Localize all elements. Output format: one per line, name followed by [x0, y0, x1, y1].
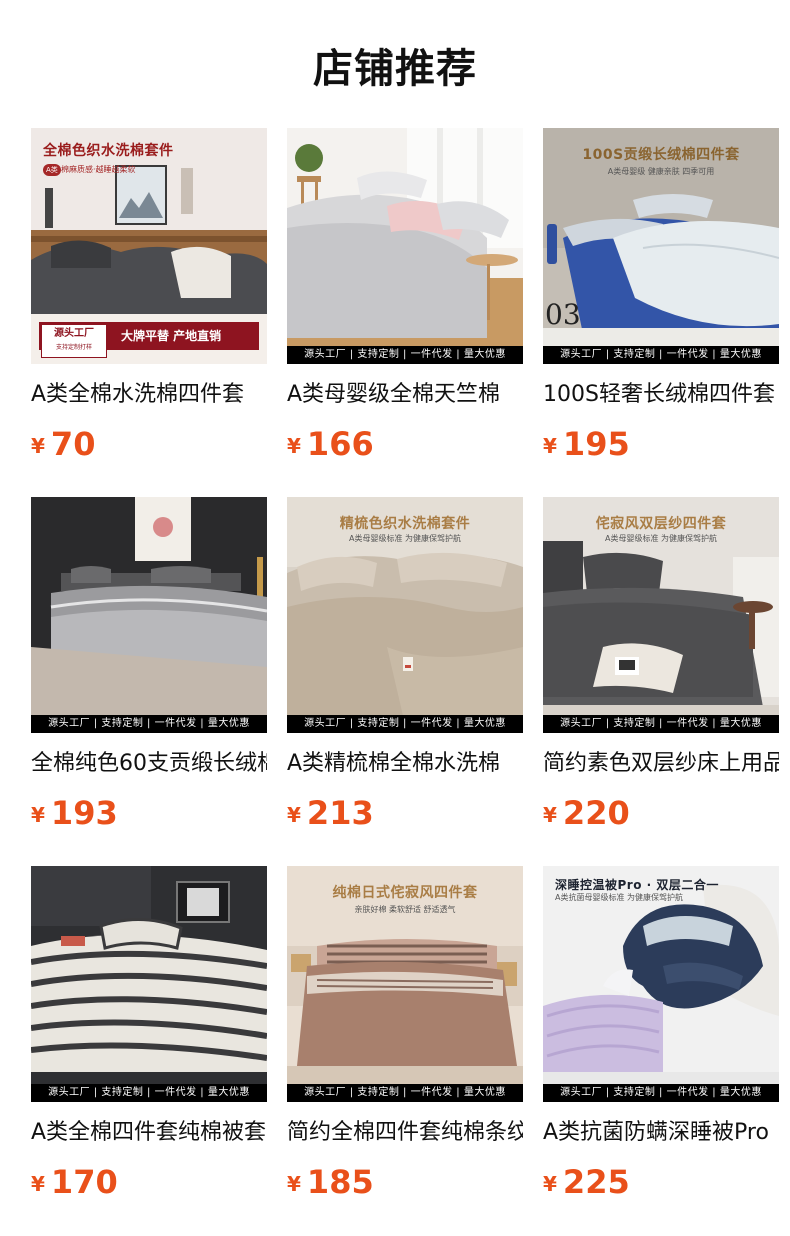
product-card[interactable]: 侘寂风双层纱四件套 A类母婴级标准 为健康保驾护航 源头工厂 | 支持定制 | …: [543, 497, 779, 832]
image-subtitle: 亲肤好棉 柔软舒适 舒适透气: [354, 905, 456, 914]
bedding-photo: [31, 866, 267, 1102]
price-amount: 193: [50, 794, 118, 832]
product-name[interactable]: 简约全棉四件套纯棉条纹: [287, 1120, 523, 1146]
currency-symbol: ¥: [543, 803, 557, 827]
product-banner: 源头工厂 | 支持定制 | 一件代发 | 量大优惠: [287, 1084, 523, 1102]
shop-recommendations-page: 店铺推荐 全棉色织水洗棉套件 A类 棉麻质感·越睡越柔软 大牌平替 产地直销 源…: [0, 0, 790, 1236]
price-amount: 213: [306, 794, 374, 832]
price-amount: 185: [306, 1163, 374, 1201]
price-amount: 195: [562, 425, 630, 463]
product-banner: 源头工厂 | 支持定制 | 一件代发 | 量大优惠: [287, 715, 523, 733]
image-headline: 精梳色织水洗棉套件: [339, 516, 471, 532]
product-card[interactable]: 全棉色织水洗棉套件 A类 棉麻质感·越睡越柔软 大牌平替 产地直销 源头工厂 支…: [31, 128, 267, 463]
product-image[interactable]: 纯棉日式侘寂风四件套 亲肤好棉 柔软舒适 舒适透气 源头工厂 | 支持定制 | …: [287, 866, 523, 1102]
product-card[interactable]: 源头工厂 | 支持定制 | 一件代发 | 量大优惠 A类母婴级全棉天竺棉 ¥16…: [287, 128, 523, 463]
product-banner: 源头工厂 | 支持定制 | 一件代发 | 量大优惠: [543, 346, 779, 364]
image-subtitle: A类母婴级 健康亲肤 四季可用: [607, 167, 715, 176]
product-price: ¥70: [31, 424, 267, 464]
bedding-photo: [31, 497, 267, 733]
currency-symbol: ¥: [287, 1172, 301, 1196]
factory-label-box: 源头工厂 支持定制打样: [41, 324, 107, 358]
product-image[interactable]: 源头工厂 | 支持定制 | 一件代发 | 量大优惠: [31, 866, 267, 1102]
currency-symbol: ¥: [31, 803, 45, 827]
currency-symbol: ¥: [287, 803, 301, 827]
bedding-photo: [287, 128, 523, 364]
price-amount: 170: [50, 1163, 118, 1201]
currency-symbol: ¥: [287, 434, 301, 458]
product-price: ¥170: [31, 1162, 267, 1202]
product-image[interactable]: 全棉色织水洗棉套件 A类 棉麻质感·越睡越柔软 大牌平替 产地直销 源头工厂 支…: [31, 128, 267, 364]
currency-symbol: ¥: [543, 434, 557, 458]
product-price: ¥213: [287, 793, 523, 833]
product-card[interactable]: 源头工厂 | 支持定制 | 一件代发 | 量大优惠 全棉纯色60支贡缎长绒棉 ¥…: [31, 497, 267, 832]
product-banner: 源头工厂 | 支持定制 | 一件代发 | 量大优惠: [543, 1084, 779, 1102]
product-name[interactable]: A类母婴级全棉天竺棉: [287, 382, 523, 408]
factory-label: 源头工厂: [54, 328, 94, 339]
price-amount: 166: [306, 425, 374, 463]
page-title: 店铺推荐: [313, 46, 477, 92]
currency-symbol: ¥: [31, 434, 45, 458]
product-image[interactable]: 源头工厂 | 支持定制 | 一件代发 | 量大优惠: [287, 128, 523, 364]
factory-sublabel: 支持定制打样: [55, 344, 92, 351]
product-price: ¥225: [543, 1162, 779, 1202]
image-headline: 100S贡缎长绒棉四件套: [582, 147, 740, 163]
image-subtitle: 棉麻质感·越睡越柔软: [61, 165, 136, 174]
image-subtitle: A类母婴级标准 为健康保驾护航: [604, 534, 717, 543]
price-amount: 70: [50, 425, 96, 463]
product-image[interactable]: 侘寂风双层纱四件套 A类母婴级标准 为健康保驾护航 源头工厂 | 支持定制 | …: [543, 497, 779, 733]
product-card[interactable]: 精梳色织水洗棉套件 A类母婴级标准 为健康保驾护航 源头工厂 | 支持定制 | …: [287, 497, 523, 832]
product-price: ¥185: [287, 1162, 523, 1202]
price-amount: 220: [562, 794, 630, 832]
grade-badge: A类: [43, 164, 61, 176]
image-headline: 深睡控温被Pro · 双层二合一: [555, 878, 719, 892]
product-name[interactable]: A类全棉水洗棉四件套: [31, 382, 267, 408]
product-name[interactable]: A类精梳棉全棉水洗棉: [287, 751, 523, 777]
product-price: ¥195: [543, 424, 779, 464]
product-image[interactable]: 精梳色织水洗棉套件 A类母婴级标准 为健康保驾护航 源头工厂 | 支持定制 | …: [287, 497, 523, 733]
product-price: ¥193: [31, 793, 267, 833]
product-grid: 全棉色织水洗棉套件 A类 棉麻质感·越睡越柔软 大牌平替 产地直销 源头工厂 支…: [31, 128, 779, 1201]
product-price: ¥220: [543, 793, 779, 833]
image-subtitle: A类抗菌母婴级标准 为健康保驾护航: [555, 893, 684, 902]
product-name[interactable]: A类抗菌防螨深睡被Pro: [543, 1120, 779, 1146]
image-headline: 纯棉日式侘寂风四件套: [332, 885, 478, 901]
product-name[interactable]: A类全棉四件套纯棉被套: [31, 1120, 267, 1146]
currency-symbol: ¥: [543, 1172, 557, 1196]
product-image[interactable]: 100S贡缎长绒棉四件套 A类母婴级 健康亲肤 四季可用 03 源头工厂 | 支…: [543, 128, 779, 364]
product-name[interactable]: 简约素色双层纱床上用品: [543, 751, 779, 777]
product-banner: 源头工厂 | 支持定制 | 一件代发 | 量大优惠: [287, 346, 523, 364]
product-card[interactable]: 深睡控温被Pro · 双层二合一 A类抗菌母婴级标准 为健康保驾护航 源头工厂 …: [543, 866, 779, 1201]
image-subtitle: A类母婴级标准 为健康保驾护航: [348, 534, 461, 543]
product-banner: 源头工厂 | 支持定制 | 一件代发 | 量大优惠: [543, 715, 779, 733]
image-headline: 侘寂风双层纱四件套: [595, 516, 727, 532]
product-price: ¥166: [287, 424, 523, 464]
product-banner: 源头工厂 | 支持定制 | 一件代发 | 量大优惠: [31, 715, 267, 733]
product-banner: 源头工厂 | 支持定制 | 一件代发 | 量大优惠: [31, 1084, 267, 1102]
product-image[interactable]: 源头工厂 | 支持定制 | 一件代发 | 量大优惠: [31, 497, 267, 733]
product-image[interactable]: 深睡控温被Pro · 双层二合一 A类抗菌母婴级标准 为健康保驾护航 源头工厂 …: [543, 866, 779, 1102]
product-card[interactable]: 纯棉日式侘寂风四件套 亲肤好棉 柔软舒适 舒适透气 源头工厂 | 支持定制 | …: [287, 866, 523, 1201]
image-number: 03: [545, 298, 581, 331]
product-card[interactable]: 100S贡缎长绒棉四件套 A类母婴级 健康亲肤 四季可用 03 源头工厂 | 支…: [543, 128, 779, 463]
price-amount: 225: [562, 1163, 630, 1201]
product-name[interactable]: 全棉纯色60支贡缎长绒棉: [31, 751, 267, 777]
product-name[interactable]: 100S轻奢长绒棉四件套: [543, 382, 779, 408]
product-card[interactable]: 源头工厂 | 支持定制 | 一件代发 | 量大优惠 A类全棉四件套纯棉被套 ¥1…: [31, 866, 267, 1201]
image-headline: 全棉色织水洗棉套件: [43, 143, 174, 159]
currency-symbol: ¥: [31, 1172, 45, 1196]
